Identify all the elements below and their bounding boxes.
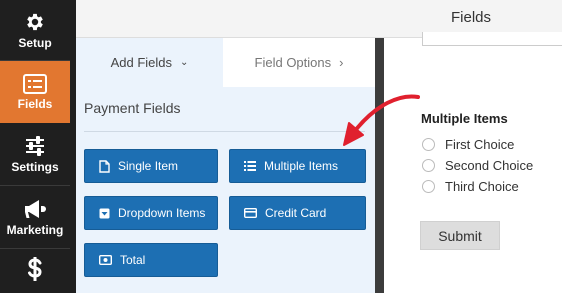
form-preview: Multiple Items First Choice Second Choic… (384, 32, 562, 293)
panel-divider (375, 38, 384, 293)
sidebar-item-label: Fields (17, 96, 53, 111)
divider (84, 131, 365, 132)
button-label: Total (120, 253, 146, 267)
button-label: Single Item (118, 159, 179, 173)
chevron-right-icon: › (339, 55, 344, 70)
credit-card-icon (244, 208, 257, 218)
single-item-button[interactable]: Single Item (84, 149, 218, 183)
multiple-items-button[interactable]: Multiple Items (229, 149, 366, 183)
tab-label: Field Options (254, 55, 332, 70)
chevron-down-icon: ⌄ (180, 57, 189, 68)
tab-bar: Add Fields ⌄ Field Options › (76, 38, 375, 87)
choice-label: First Choice (445, 137, 515, 152)
choice-label: Second Choice (445, 158, 534, 173)
sidebar: Setup Fields Settings Marketing (0, 0, 76, 293)
button-label: Credit Card (265, 206, 327, 220)
tab-label: Add Fields (110, 55, 173, 70)
sidebar-item-label: Setup (18, 35, 52, 50)
preview-input-field (422, 32, 562, 46)
fields-panel: Add Fields ⌄ Field Options › Payment Fie… (76, 38, 375, 293)
submit-button[interactable]: Submit (420, 221, 500, 250)
dropdown-icon (99, 208, 110, 218)
megaphone-icon (25, 199, 46, 218)
file-icon (99, 159, 110, 173)
button-label: Multiple Items (264, 159, 339, 173)
fields-list-icon (23, 73, 47, 94)
radio-button[interactable] (422, 180, 435, 193)
dollar-icon (28, 257, 42, 281)
list-icon (244, 161, 256, 171)
choice-option[interactable]: First Choice (422, 137, 514, 152)
dropdown-items-button[interactable]: Dropdown Items (84, 196, 218, 230)
sidebar-item-marketing[interactable]: Marketing (0, 186, 70, 248)
sidebar-item-fields[interactable]: Fields (0, 61, 70, 123)
sidebar-item-setup[interactable]: Setup (0, 0, 70, 60)
sidebar-item-payments[interactable] (0, 249, 70, 293)
tab-field-options[interactable]: Field Options › (223, 38, 375, 87)
money-icon (99, 255, 112, 265)
sidebar-item-settings[interactable]: Settings (0, 123, 70, 185)
sidebar-item-label: Settings (11, 159, 59, 174)
button-label: Dropdown Items (118, 206, 206, 220)
gear-icon (27, 13, 43, 30)
radio-button[interactable] (422, 159, 435, 172)
credit-card-button[interactable]: Credit Card (229, 196, 366, 230)
choice-label: Third Choice (445, 179, 519, 194)
annotation-arrow-icon (343, 94, 420, 146)
sliders-icon (26, 135, 44, 156)
total-button[interactable]: Total (84, 243, 218, 277)
page-title: Fields (451, 9, 492, 26)
tab-add-fields[interactable]: Add Fields ⌄ (76, 38, 223, 87)
section-title: Payment Fields (84, 100, 181, 116)
choice-option[interactable]: Third Choice (422, 179, 519, 194)
field-label: Multiple Items (421, 111, 508, 126)
choice-option[interactable]: Second Choice (422, 158, 533, 173)
sidebar-item-label: Marketing (6, 222, 64, 237)
